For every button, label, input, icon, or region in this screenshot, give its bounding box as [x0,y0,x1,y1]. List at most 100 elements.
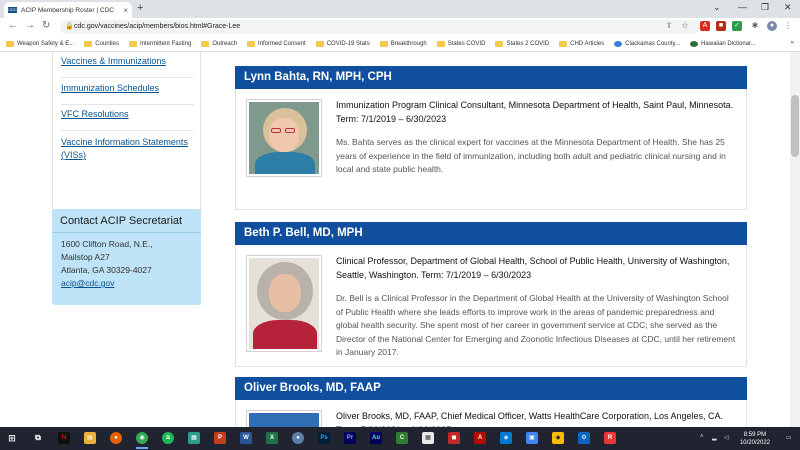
user-app-icon[interactable]: ● [292,432,304,444]
windows-start-icon[interactable]: ⊞ [6,432,18,444]
address-line: Mailstop A27 [61,252,110,262]
bookmark-item[interactable]: Intermittent Fasting [128,40,191,47]
folder-icon [84,40,93,47]
tray-chevron-icon[interactable]: ˄ [700,434,704,440]
share-icon[interactable]: ⇪ [664,21,674,31]
netflix-icon[interactable]: N [58,432,70,444]
globe-icon [614,40,623,47]
contact-title: Contact ACIP Secretariat [52,209,201,233]
bookmark-item[interactable]: States 2 COVID [495,40,549,47]
photos-icon[interactable]: ▣ [526,432,538,444]
acrobat-icon[interactable]: A [474,432,486,444]
folder-icon [559,40,568,47]
address-bar[interactable]: 🔒 cdc.gov/vaccines/acip/members/bios.htm… [60,20,700,34]
new-tab-button[interactable]: + [137,2,143,14]
tab-search-icon[interactable]: ⌄ [713,2,721,13]
page-content: Vaccines & Immunizations Immunization Sc… [0,52,800,427]
checkmark-extension-icon[interactable]: ✓ [732,21,742,31]
sidebar-link-immunization-schedules[interactable]: Immunization Schedules [61,83,194,105]
reload-icon[interactable]: ↻ [42,20,50,31]
clock-time: 8:59 PM [743,432,767,438]
red-app-icon[interactable]: ◼ [448,432,460,444]
member-card: Lynn Bahta, RN, MPH, CPH Immunization Pr… [235,66,747,210]
bookmark-item[interactable]: Outreach [201,40,237,47]
member-name: Beth P. Bell, MD, MPH [235,222,747,245]
task-view-icon[interactable]: ⧉ [32,432,44,444]
camtasia-icon[interactable]: C [396,432,408,444]
extensions-puzzle-icon[interactable]: ✱ [750,21,760,31]
page-scrollbar[interactable] [790,52,800,427]
file-explorer-icon[interactable]: ▤ [84,432,96,444]
chrome-icon[interactable]: ◉ [136,432,148,444]
browser-tab[interactable]: CDC ACIP Membership Roster | CDC × [4,2,132,18]
portrait-image [249,258,319,349]
more-bookmarks-icon[interactable]: » [791,40,794,46]
bookmark-item[interactable]: Hawaiian Dictionar... [690,40,756,47]
word-icon[interactable]: W [240,432,252,444]
bookmark-item[interactable]: Informed Consent [247,40,306,47]
bookmark-item[interactable]: COVID-19 Stats [315,40,370,47]
folder-icon [128,40,137,47]
folder-icon [315,40,324,47]
network-icon[interactable]: ▂ [712,434,717,441]
extension-icon[interactable]: ■ [716,21,726,31]
forward-icon[interactable]: → [25,20,35,31]
folder-icon [379,40,388,47]
green-app-icon[interactable]: ▦ [188,432,200,444]
sidebar-link-vaccines-immunizations[interactable]: Vaccines & Immunizations [61,56,194,78]
bookmark-item[interactable]: Breakthrough [379,40,427,47]
photoshop-icon[interactable]: Ps [318,432,330,444]
clock-date: 10/20/2022 [739,440,770,446]
contact-email-link[interactable]: acip@cdc.gov [61,278,115,288]
bookmark-item[interactable]: Weapon Safety & E... [6,40,74,47]
bookmark-star-icon[interactable]: ☆ [680,21,690,31]
bookmark-item[interactable]: CHD Articles [559,40,604,47]
audition-icon[interactable]: Au [370,432,382,444]
member-photo [246,410,322,427]
menu-kebab-icon[interactable]: ⋮ [783,21,793,31]
member-body: Clinical Professor, Department of Global… [235,245,747,367]
firefox-icon[interactable]: ● [110,432,122,444]
active-indicator [136,447,148,449]
member-bio: Dr. Bell is a Clinical Professor in the … [336,293,736,357]
tab-close-icon[interactable]: × [123,6,128,15]
r-app-icon[interactable]: R [604,432,616,444]
bookmark-item[interactable]: Clackamas County... [614,40,680,47]
bookmark-item[interactable]: States COVID [436,40,485,47]
spotify-icon[interactable]: ≋ [162,432,174,444]
cdc-favicon-icon: CDC [8,7,17,13]
calendar-app-icon[interactable]: ▦ [422,432,434,444]
windows-taskbar: ⊞ ⧉ N ▤ ● ◉ ≋ ▦ P W X ● Ps Pr Au C ▦ ◼ A… [0,427,800,450]
premiere-icon[interactable]: Pr [344,432,356,444]
powerpoint-icon[interactable]: P [214,432,226,444]
folder-icon [201,40,210,47]
minimize-icon[interactable]: — [738,2,747,12]
volume-icon[interactable]: ◁ [724,434,729,441]
sidebar-link-vfc-resolutions[interactable]: VFC Resolutions [61,109,194,131]
member-role: Immunization Program Clinical Consultant… [336,100,734,124]
browser-tab-strip: CDC ACIP Membership Roster | CDC × + ⌄ —… [0,0,800,18]
excel-icon[interactable]: X [266,432,278,444]
lock-icon[interactable]: 🔒 [65,20,74,34]
back-icon[interactable]: ← [8,20,18,31]
pdf-extension-icon[interactable]: A [700,21,710,31]
blue-app-icon[interactable]: ◈ [500,432,512,444]
notifications-icon[interactable]: ▭ [786,434,792,441]
member-name: Oliver Brooks, MD, FAAP [235,377,747,400]
member-card: Beth P. Bell, MD, MPH Clinical Professor… [235,222,747,367]
restore-icon[interactable]: ❐ [761,2,769,13]
yellow-app-icon[interactable]: ◆ [552,432,564,444]
close-window-icon[interactable]: ✕ [784,2,792,13]
profile-avatar-icon[interactable]: ● [767,21,777,31]
member-body: Oliver Brooks, MD, FAAP, Chief Medical O… [235,400,747,427]
sidebar-link-vis[interactable]: Vaccine Information Statements (VISs) [61,136,194,170]
settings-icon[interactable]: ⚙ [578,432,590,444]
member-body: Immunization Program Clinical Consultant… [235,89,747,210]
bookmark-item[interactable]: Counties [84,40,119,47]
address-line: Atlanta, GA 30329-4027 [61,265,152,275]
member-role: Oliver Brooks, MD, FAAP, Chief Medical O… [336,411,723,427]
member-photo [246,255,322,352]
scrollbar-thumb[interactable] [791,95,799,157]
member-details: Clinical Professor, Department of Global… [336,254,738,360]
taskbar-clock[interactable]: 8:59 PM 10/20/2022 [740,431,770,447]
